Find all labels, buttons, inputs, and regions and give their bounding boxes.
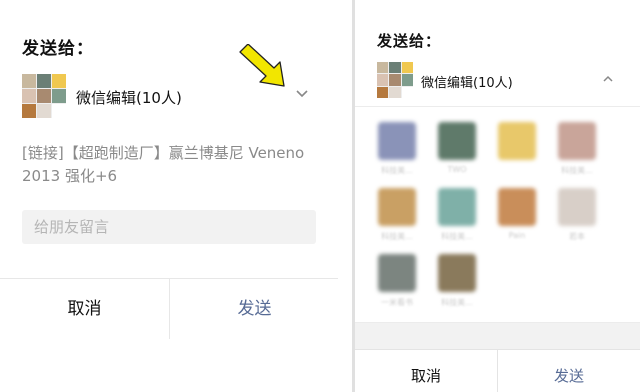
recipient-group-row[interactable]: 微信编辑(10人) <box>377 62 627 98</box>
member-name <box>495 165 539 175</box>
avatar <box>378 122 416 160</box>
avatar <box>438 122 476 160</box>
send-button[interactable]: 发送 <box>498 350 640 392</box>
avatar <box>558 122 596 160</box>
avatar <box>378 188 416 226</box>
avatar <box>378 254 416 292</box>
cancel-button[interactable]: 取消 <box>0 279 169 339</box>
chevron-down-icon[interactable] <box>294 86 310 102</box>
avatar <box>438 188 476 226</box>
avatar <box>498 122 536 160</box>
share-dialog-collapsed: 发送给： 微信编辑(10人) [链接]【超跑制造厂】赢兰博基尼 Veneno 2… <box>0 0 338 392</box>
member-avatar[interactable]: TWO <box>435 122 479 175</box>
chevron-up-icon[interactable] <box>601 72 615 86</box>
member-name: 科技美... <box>381 166 413 175</box>
member-avatar[interactable]: 若本 <box>555 188 599 241</box>
send-button[interactable]: 发送 <box>170 279 339 339</box>
member-avatar[interactable]: 科技美... <box>435 254 479 307</box>
shared-link-preview: [链接]【超跑制造厂】赢兰博基尼 Veneno 2013 强化+6 <box>22 144 305 185</box>
separator-band <box>355 323 640 349</box>
member-name: 科技美... <box>381 232 413 241</box>
member-avatar[interactable]: 科技美... <box>375 122 419 175</box>
group-avatar <box>22 74 66 118</box>
group-name: 微信编辑(10人) <box>421 76 513 91</box>
message-input[interactable] <box>22 210 316 244</box>
member-name: TWO <box>447 165 467 174</box>
member-name: Pain <box>508 231 526 240</box>
member-name: 若本 <box>569 232 585 241</box>
dialog-bottom <box>0 339 338 392</box>
member-avatar[interactable]: 科技美... <box>555 122 599 175</box>
member-avatar[interactable]: Pain <box>495 188 539 241</box>
dialog-title: 发送给： <box>22 39 94 59</box>
member-name: 一米看书 <box>381 298 413 307</box>
member-avatar[interactable]: 科技美... <box>375 188 419 241</box>
avatar <box>498 188 536 226</box>
member-name: 科技美... <box>561 166 593 175</box>
dialog-title: 发送给： <box>377 32 442 50</box>
arrow-annotation-icon <box>239 44 285 87</box>
group-avatar <box>377 62 413 98</box>
cancel-button[interactable]: 取消 <box>355 350 497 392</box>
avatar <box>558 188 596 226</box>
member-avatar[interactable] <box>495 122 539 175</box>
member-name: 科技美... <box>441 298 473 307</box>
avatar <box>438 254 476 292</box>
group-name: 微信编辑(10人) <box>76 89 182 107</box>
member-avatar[interactable]: 一米看书 <box>375 254 419 307</box>
divider <box>355 106 640 107</box>
share-dialog-expanded: 发送给： 微信编辑(10人) 科技美... TWO 科技美... 科技美... … <box>355 0 640 392</box>
member-name: 科技美... <box>441 232 473 241</box>
member-avatar[interactable]: 科技美... <box>435 188 479 241</box>
